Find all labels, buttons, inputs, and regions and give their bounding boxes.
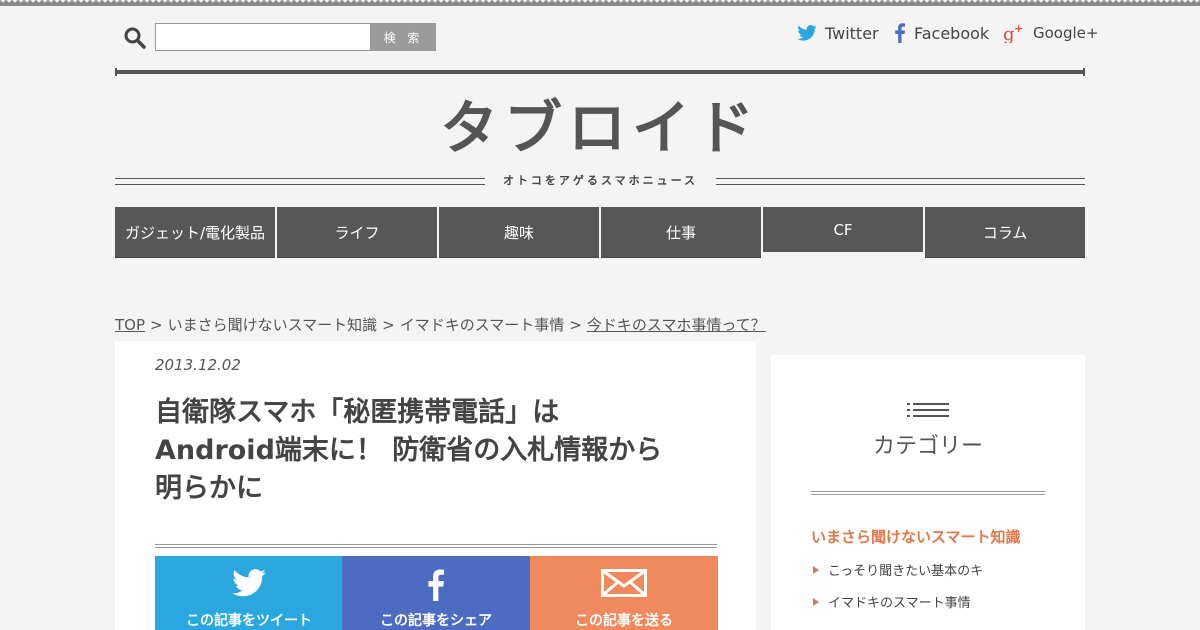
google-plus-link[interactable]: g + Google+ [1003,22,1098,44]
facebook-link[interactable]: Facebook [894,22,989,44]
nav-item-cf[interactable]: CF [763,207,923,255]
sidebar-category-link[interactable]: いまさら聞けないスマート知識 [811,526,1021,547]
breadcrumb-item[interactable]: いまさら聞けないスマート知識 [168,316,378,334]
twitter-icon [232,569,266,597]
site-logo[interactable]: タブロイド [425,96,775,158]
article-title-line: 自衛隊スマホ「秘匿携帯電話」は [155,397,560,428]
breadcrumb: TOP > いまさら聞けないスマート知識 > イマドキのスマート事情 > 今ドキのスマホ事情… [115,314,766,335]
sidebar-heading: カテゴリー [872,434,983,459]
sidebar-subcategory-label: イマドキのスマート事情 [828,596,971,611]
breadcrumb-current[interactable]: 今ドキのスマホ事情って？ [587,316,766,334]
nav-item-hobby[interactable]: 趣味 [439,207,599,258]
breadcrumb-item[interactable]: イマドキのスマート事情 [400,316,565,334]
sidebar-rule [811,491,1045,495]
tagline-rule-left [115,178,485,185]
breadcrumb-separator: > [382,316,395,334]
nav-item-column[interactable]: コラム [925,207,1085,258]
article: 2013.12.02 自衛隊スマホ「秘匿携帯電話」は Android端末に！ 防… [115,341,756,630]
sidebar-subcategory-link[interactable]: イマドキのスマート事情 [813,592,971,611]
share-label: この記事をツイート [186,613,312,629]
share-label: この記事をシェア [380,613,492,629]
facebook-icon [428,569,444,601]
search-input[interactable] [155,23,371,51]
twitter-label: Twitter [825,23,879,43]
search-icon[interactable] [124,27,146,49]
article-title-line: Android端末に！ 防衛省の入札情報から [155,435,663,466]
google-plus-icon: g + [1003,23,1023,43]
triangle-right-icon [813,565,819,574]
sidebar-subcategory-label: こっそり聞きたい基本のキ [828,564,984,579]
site-tagline: オトコをアゲるスマホニュース [502,174,699,187]
article-title-line: 明らかに [155,473,263,504]
tagline-rule-right [716,178,1085,185]
article-date: 2013.12.02 [155,356,241,374]
article-title: 自衛隊スマホ「秘匿携帯電話」は Android端末に！ 防衛省の入札情報から 明… [155,394,715,508]
triangle-right-icon [813,597,819,606]
share-label: この記事を送る [575,613,673,629]
facebook-label: Facebook [914,23,990,43]
article-rule [155,544,717,548]
sidebar: カテゴリー いまさら聞けないスマート知識 こっそり聞きたい基本のキ イマドキのス… [771,355,1085,630]
main-nav: ガジェット/電化製品 ライフ 趣味 仕事 CF コラム [115,207,1085,258]
mail-icon [601,569,647,597]
svg-text:g: g [1003,24,1015,43]
nav-item-life[interactable]: ライフ [277,207,437,258]
nav-item-gadget[interactable]: ガジェット/電化製品 [115,207,275,258]
breadcrumb-top[interactable]: TOP [115,316,145,334]
svg-text:+: + [1014,23,1023,35]
logo-text: タブロイド [440,96,760,158]
send-article-button[interactable]: この記事を送る [530,556,718,630]
tweet-article-button[interactable]: この記事をツイート [155,556,343,630]
google-plus-label: Google+ [1033,24,1099,42]
nav-item-work[interactable]: 仕事 [601,207,761,258]
breadcrumb-separator: > [569,316,582,334]
list-icon [907,403,949,417]
top-zigzag-border [0,0,1200,6]
header-rule [115,68,1085,76]
share-article-button[interactable]: この記事をシェア [342,556,530,630]
breadcrumb-separator: > [150,316,163,334]
facebook-icon [895,23,905,43]
sidebar-subcategory-link[interactable]: こっそり聞きたい基本のキ [813,560,983,579]
twitter-icon [797,25,817,41]
search-button[interactable]: 検 索 [371,23,436,51]
twitter-link[interactable]: Twitter [797,22,879,44]
